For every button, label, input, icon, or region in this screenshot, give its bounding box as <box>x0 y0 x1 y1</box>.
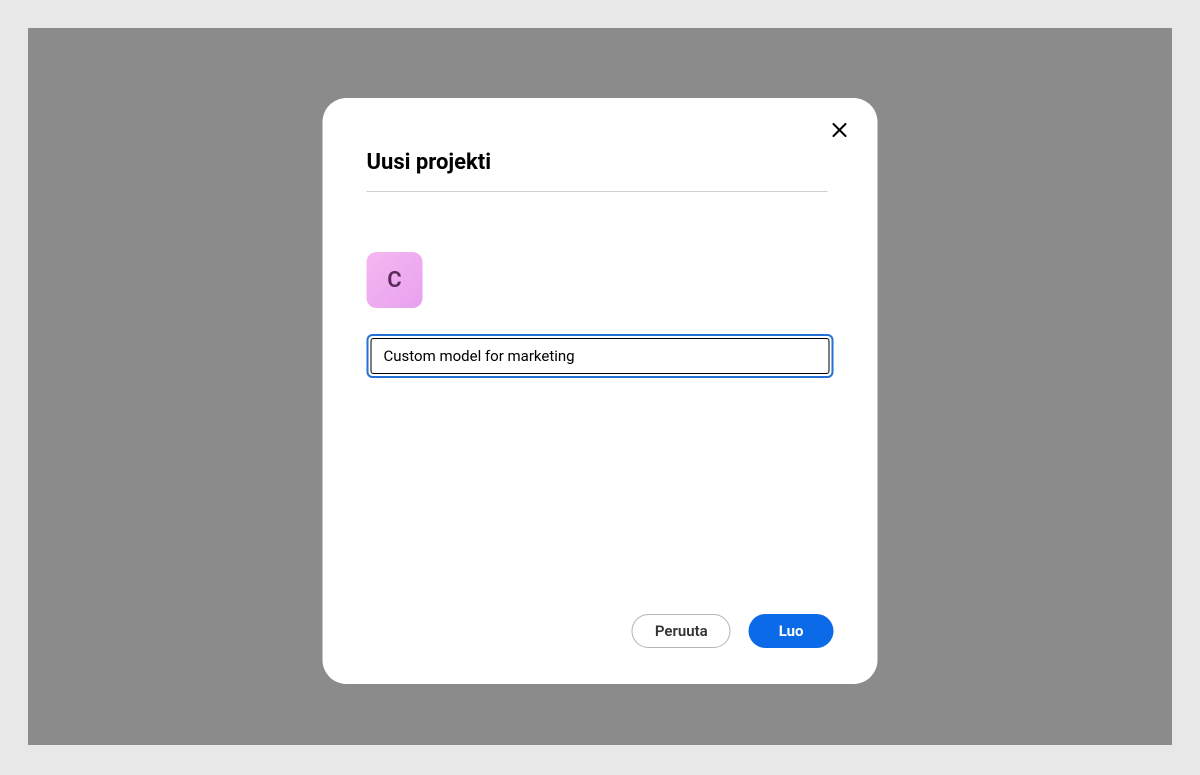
project-icon-letter: C <box>387 268 401 293</box>
project-icon: C <box>367 252 423 308</box>
new-project-modal: Uusi projekti C Peruuta Luo <box>323 98 878 684</box>
create-button[interactable]: Luo <box>749 614 834 648</box>
close-button[interactable] <box>830 120 850 140</box>
modal-backdrop: Uusi projekti C Peruuta Luo <box>28 28 1172 745</box>
modal-title: Uusi projekti <box>367 150 828 192</box>
project-name-input[interactable] <box>371 338 830 374</box>
close-icon <box>833 123 847 137</box>
name-input-focus-ring <box>367 334 834 378</box>
modal-footer: Peruuta Luo <box>367 614 834 648</box>
cancel-button[interactable]: Peruuta <box>632 614 731 648</box>
